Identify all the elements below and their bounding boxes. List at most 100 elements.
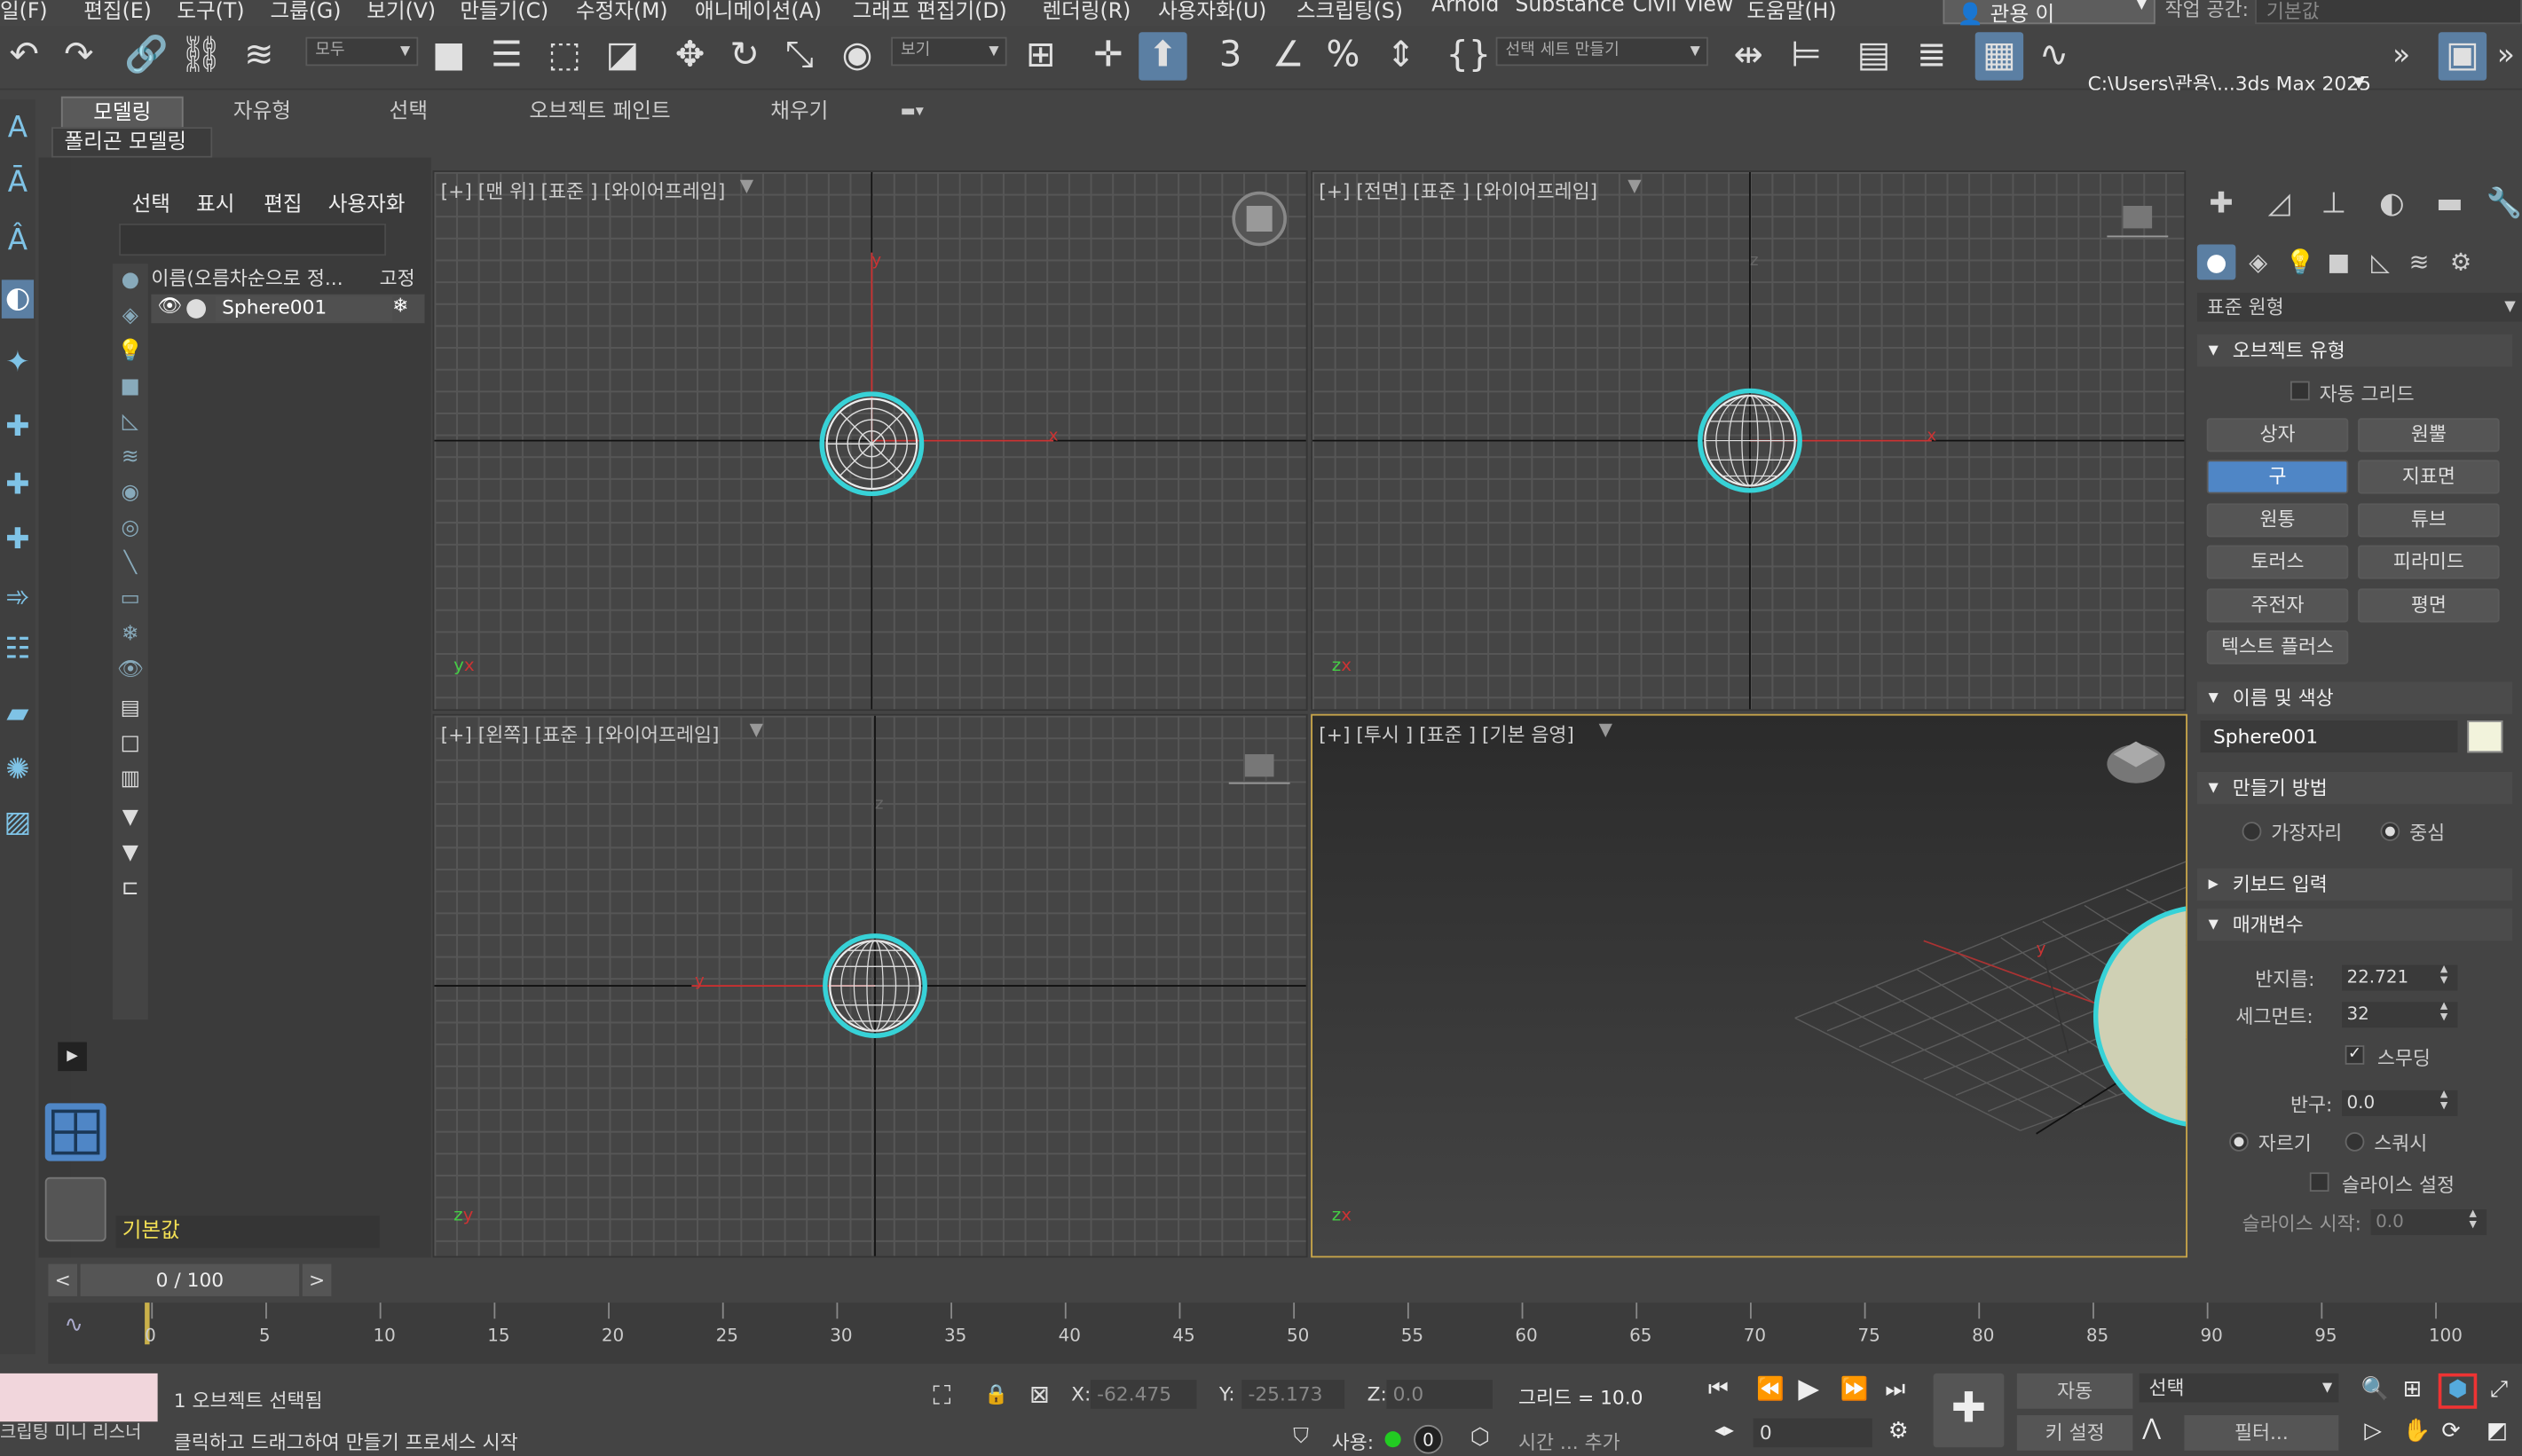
zoom-all-icon[interactable]: ⊞ [2403,1377,2422,1403]
zoom-icon[interactable]: 🔍 [2361,1377,2390,1403]
tab-freeform[interactable]: 자유형 [206,97,319,129]
menu-graph-editors[interactable]: 그래프 편집기(D) [853,0,1007,24]
object-name-input[interactable]: Sphere001 [2200,720,2458,753]
proc-icon[interactable]: ✚ [2,408,34,447]
selection-filter-dropdown[interactable]: 모두 [305,36,419,67]
unlink-icon[interactable]: ⛓ [177,32,225,80]
display-lights-icon[interactable]: 💡 [116,338,146,367]
create-tab-icon[interactable]: ✚ [2197,180,2245,228]
ribbon-toggle-icon[interactable]: ▦ [1974,32,2024,81]
light-icon[interactable]: ✦ [2,344,34,383]
select-by-name-icon[interactable]: ☰ [483,32,531,80]
angle-snap-icon[interactable]: ∠ [1265,32,1312,80]
chevron-right-icon[interactable]: » [2490,32,2522,80]
geometry-icon[interactable]: ● [2196,244,2236,280]
display-hidden-icon[interactable]: 👁 [116,657,146,686]
pan-hand-icon[interactable]: ✋ [2403,1419,2431,1444]
squash-radio[interactable] [2345,1132,2365,1152]
lock-icon[interactable]: 🔒 [984,1383,1008,1405]
maximize-viewport-icon[interactable]: ◩ [2487,1419,2508,1444]
graph-icon[interactable]: ▨ [2,804,34,843]
cameras-icon[interactable]: ■ [2320,245,2359,280]
motion-tab-icon[interactable]: ◐ [2368,180,2416,228]
reference-coordinate-dropdown[interactable]: 보기 [891,36,1007,67]
time-tag[interactable]: 시간 ... 추가 [1518,1428,1620,1456]
workspace-dropdown[interactable]: 기본값 [2255,0,2522,25]
chop-radio[interactable] [2229,1132,2249,1152]
display-cameras-icon[interactable]: ■ [116,374,146,403]
utilities-tab-icon[interactable]: 🔧 [2480,180,2522,228]
link-icon[interactable]: 🔗 [122,32,170,80]
tab-object-paint[interactable]: 오브젝트 페인트 [499,97,701,129]
keyboard-shortcut-override-icon[interactable]: ⬆ [1139,32,1187,81]
elem-icon[interactable]: ✚ [2,467,34,506]
center-radio[interactable] [2380,822,2400,841]
menu-rendering[interactable]: 렌더링(R) [1043,0,1131,24]
object-color-swatch[interactable] [2467,720,2503,753]
vol-icon[interactable]: ✚ [2,521,34,560]
workspace-save-icon[interactable]: ▣ [2438,32,2487,81]
curve-editor-icon[interactable]: ∿ [2029,32,2077,80]
geosphere-button[interactable]: 지표면 [2358,460,2500,494]
layer-dropdown[interactable]: 기본값 [115,1216,380,1248]
menu-substance[interactable]: Substance [1515,0,1624,18]
spacewarps-icon[interactable]: ≋ [2400,245,2439,280]
list-icon[interactable]: ☷ [2,631,34,670]
chevron-right-icon[interactable]: > [302,1263,332,1296]
field-of-view-icon[interactable]: ▷ [2364,1419,2382,1444]
counter-badge[interactable]: 0 [1414,1424,1443,1454]
plane-button[interactable]: 평면 [2358,588,2500,623]
autogrid-checkbox[interactable] [2290,381,2310,401]
path-icon[interactable]: ➾ [2,579,34,618]
menu-file[interactable]: 일(F) [0,0,48,24]
select-object-icon[interactable]: ■ [425,32,473,80]
filter-icon[interactable]: ▼ [116,804,146,833]
y-coordinate[interactable]: -25.173 [1241,1380,1345,1409]
key-filter-curve-icon[interactable]: ⋀ [2142,1415,2161,1441]
filter-selected-icon[interactable]: ▼ [116,839,146,869]
viewport-layout-icon[interactable]: ◐ [1,279,35,319]
filter-icon[interactable]: ▼ [1599,719,1612,740]
menu-scripting[interactable]: 스크립팅(S) [1296,0,1403,24]
text-edit-icon[interactable]: Ā [2,164,34,203]
tab-modeling[interactable]: 모델링 [60,96,184,129]
freeze-icon[interactable]: ❄ [392,295,408,317]
display-xrefs-icon[interactable]: ◎ [116,515,146,544]
frame-indicator[interactable]: 0 / 100 [80,1263,300,1296]
viewport-label[interactable]: [+] [전면] [표준 ] [와이어프레임] [1319,177,1597,204]
rollout-creation-method[interactable]: 만들기 방법 [2196,772,2513,805]
cone-button[interactable]: 원뿔 [2358,418,2500,453]
object-name[interactable]: Sphere001 [215,295,393,322]
place-icon[interactable]: ◉ [833,32,881,80]
camera-icon[interactable]: ▰ [2,695,34,734]
tab-selection[interactable]: 선택 [360,97,457,129]
snaps-toggle-icon[interactable]: 3 [1206,32,1254,80]
move-icon[interactable]: ✥ [666,32,713,80]
x-coordinate[interactable]: -62.475 [1090,1380,1197,1409]
curve-editor-mini-icon[interactable]: ∿ [65,1312,83,1338]
hierarchy-tab-icon[interactable]: ⊥ [2310,180,2358,228]
menu-views[interactable]: 보기(V) [366,0,436,24]
textplus-button[interactable]: 텍스트 플러스 [2206,630,2349,665]
rotate-icon[interactable]: ↻ [721,32,768,80]
rollout-parameters[interactable]: 매개변수 [2196,909,2513,941]
transform-type-in-icon[interactable]: ⊠ [1029,1380,1050,1409]
cube-icon[interactable]: ⬡ [1470,1425,1490,1451]
scene-menu-display[interactable]: 표시 [196,186,234,217]
redo-icon[interactable]: ↷ [55,32,103,80]
shapes-icon[interactable]: ◈ [2239,245,2278,280]
zoom-extents-selected-icon[interactable]: ⬢ [2438,1373,2478,1409]
tube-button[interactable]: 튜브 [2358,503,2500,538]
rectangular-selection-icon[interactable]: ⬚ [540,32,588,80]
menu-animation[interactable]: 애니메이션(A) [695,0,822,24]
display-tab-icon[interactable]: ▬ [2425,180,2473,228]
viewport-layout-tab-single[interactable] [44,1177,106,1242]
systems-icon[interactable]: ⚙ [2441,245,2480,280]
viewport-top[interactable]: [+] [맨 위] [표준 ] [와이어프레임] y x ▼ yx [432,170,1308,712]
viewport-front[interactable]: [+] [전면] [표준 ] [와이어프레임] x z ▼ zx [1311,170,2187,712]
menu-customize[interactable]: 사용자화(U) [1158,0,1266,24]
viewport-left[interactable]: [+] [왼쪽] [표준 ] [와이어프레임] y z ▼ zy [432,713,1308,1258]
key-mode-toggle-icon[interactable]: ◂▸ [1714,1419,1734,1441]
text-tool-icon[interactable]: A [2,109,34,148]
key-mode-dropdown[interactable]: 선택 ▼ [2139,1373,2339,1403]
